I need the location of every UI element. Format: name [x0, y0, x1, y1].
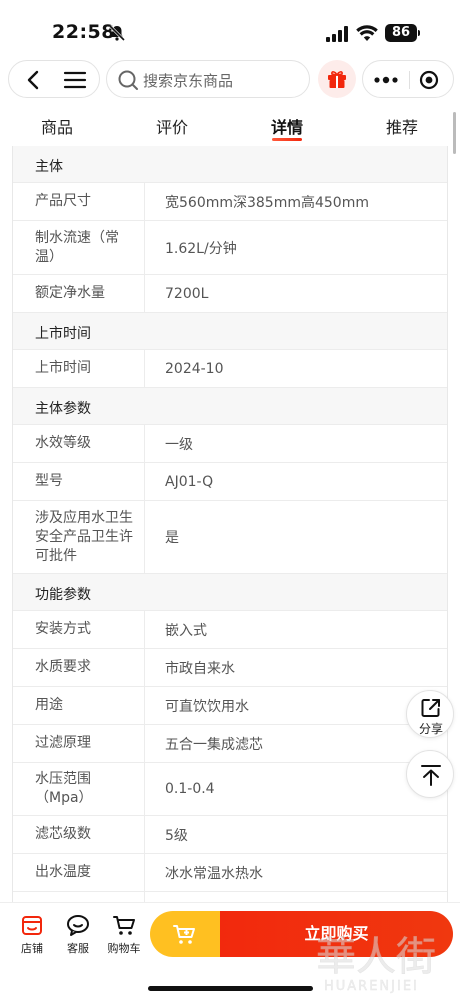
- svg-text:華人街: 華人街: [316, 934, 436, 980]
- spec-row: 滤芯级数 5级: [13, 816, 447, 854]
- spec-row: 过滤原理 五合一集成滤芯: [13, 725, 447, 763]
- status-bar: 22:58 86: [0, 0, 460, 62]
- store-label: 店铺: [21, 942, 43, 955]
- spec-name: 出水温度: [13, 854, 145, 891]
- share-label: 分享: [418, 722, 443, 736]
- home-indicator[interactable]: [148, 986, 313, 991]
- detail-tabs: 商品 评价 详情 推荐: [0, 110, 460, 146]
- back-icon[interactable]: [23, 69, 45, 91]
- battery-tip: [418, 30, 420, 36]
- spec-row: 用途 可直饮饮用水: [13, 687, 447, 725]
- spec-row: 型号 AJ01-Q: [13, 463, 447, 501]
- spec-name: 额定净水量: [13, 275, 145, 312]
- spec-row: 涉及应用水卫生安全产品卫生许可批件 是: [13, 501, 447, 574]
- spec-value: 1.62L/分钟: [165, 240, 237, 257]
- store-button[interactable]: 店铺: [12, 913, 52, 956]
- cart-icon: [113, 916, 135, 935]
- wifi-icon: [356, 25, 378, 41]
- capsule-divider: [409, 71, 410, 89]
- spec-value: 是: [165, 530, 179, 546]
- spec-section-header: 主体参数: [13, 388, 447, 425]
- spec-section-header: 上市时间: [13, 313, 447, 350]
- gift-icon: [328, 71, 346, 88]
- spec-name: 水压范围（Mpa）: [13, 763, 145, 815]
- spec-value: 7200L: [165, 285, 209, 302]
- svg-text:HUARENJIEI: HUARENJIEI: [324, 979, 419, 994]
- spec-value: 2024-10: [165, 360, 224, 377]
- search-placeholder: 搜索京东商品: [143, 72, 234, 90]
- cart-plus-icon: [173, 925, 195, 944]
- active-tab-indicator: [272, 138, 302, 141]
- spec-name: 水质要求: [13, 649, 145, 686]
- spec-value: 宽560mm深385mm高450mm: [165, 194, 369, 211]
- search-icon: [118, 70, 138, 90]
- status-time: 22:58: [52, 21, 115, 43]
- battery-indicator: 86: [385, 24, 417, 42]
- spec-value: 嵌入式: [165, 622, 207, 639]
- spec-section-title: 主体: [35, 159, 63, 175]
- spec-value: 可直饮饮用水: [165, 698, 249, 715]
- share-button[interactable]: 分享: [406, 690, 454, 738]
- gift-button[interactable]: [318, 60, 356, 98]
- spec-section-title: 功能参数: [35, 587, 91, 603]
- cart-button[interactable]: 购物车: [104, 913, 144, 956]
- service-label: 客服: [67, 942, 89, 955]
- share-icon: [421, 699, 440, 717]
- signal-icon: [326, 26, 348, 42]
- chat-icon: [67, 915, 89, 936]
- spec-value: 一级: [165, 436, 193, 453]
- more-icon[interactable]: [373, 71, 399, 89]
- spec-name: 涉及应用水卫生安全产品卫生许可批件: [13, 501, 145, 573]
- spec-section-header: 功能参数: [13, 574, 447, 611]
- close-target-icon[interactable]: [419, 70, 439, 90]
- spec-name: 过滤原理: [13, 725, 145, 762]
- spec-name: 上市时间: [13, 350, 145, 387]
- spec-name: 安装方式: [13, 611, 145, 648]
- spec-name: 滤芯级数: [13, 816, 145, 853]
- spec-name: 产品尺寸: [13, 183, 145, 220]
- spec-name: [13, 892, 145, 902]
- spec-name: 水效等级: [13, 425, 145, 462]
- spec-value: 冰水常温水热水: [165, 865, 263, 882]
- spec-row: 上市时间 2024-10: [13, 350, 447, 388]
- cart-label: 购物车: [107, 942, 141, 955]
- spec-value: 五合一集成滤芯: [165, 736, 263, 753]
- tab-product[interactable]: 商品: [27, 114, 87, 138]
- add-to-cart-button[interactable]: [150, 911, 222, 957]
- spec-row-partial: [13, 892, 447, 902]
- spec-row: 水效等级 一级: [13, 425, 447, 463]
- spec-name: 制水流速（常温）: [13, 221, 145, 274]
- store-icon: [22, 916, 42, 935]
- spec-row: 制水流速（常温） 1.62L/分钟: [13, 221, 447, 275]
- customer-service-button[interactable]: 客服: [58, 913, 98, 956]
- spec-row: 水压范围（Mpa） 0.1-0.4: [13, 763, 447, 816]
- arrow-to-top-icon: [421, 765, 441, 786]
- spec-name: 型号: [13, 463, 145, 500]
- spec-value: 5级: [165, 827, 188, 844]
- spec-row: 出水温度 冰水常温水热水: [13, 854, 447, 892]
- scrollbar[interactable]: [453, 112, 456, 154]
- tab-reviews[interactable]: 评价: [142, 114, 202, 138]
- spec-value: AJ01-Q: [165, 473, 214, 490]
- back-to-top-button[interactable]: [406, 750, 454, 798]
- spec-value: 0.1-0.4: [165, 781, 215, 797]
- mini-program-capsule: [362, 60, 454, 98]
- spec-section-title: 主体参数: [35, 401, 91, 417]
- spec-row: 产品尺寸 宽560mm深385mm高450mm: [13, 183, 447, 221]
- spec-section-title: 上市时间: [35, 326, 91, 342]
- nav-capsule-left: [8, 60, 100, 98]
- tab-details[interactable]: 详情: [257, 114, 317, 138]
- spec-name: 用途: [13, 687, 145, 724]
- watermark-logo: 華人街 HUARENJIEI: [316, 934, 437, 995]
- spec-section-header: 主体: [13, 146, 447, 183]
- tab-recommend[interactable]: 推荐: [372, 114, 432, 138]
- search-input[interactable]: 搜索京东商品: [106, 60, 310, 98]
- spec-row: 额定净水量 7200L: [13, 275, 447, 313]
- spec-row: 安装方式 嵌入式: [13, 611, 447, 649]
- menu-icon[interactable]: [63, 70, 87, 90]
- spec-table: 主体产品尺寸 宽560mm深385mm高450mm 制水流速（常温） 1.62L/分钟…: [12, 146, 448, 902]
- spec-value: 市政自来水: [165, 660, 235, 677]
- bell-muted-icon: [108, 24, 126, 42]
- spec-row: 水质要求 市政自来水: [13, 649, 447, 687]
